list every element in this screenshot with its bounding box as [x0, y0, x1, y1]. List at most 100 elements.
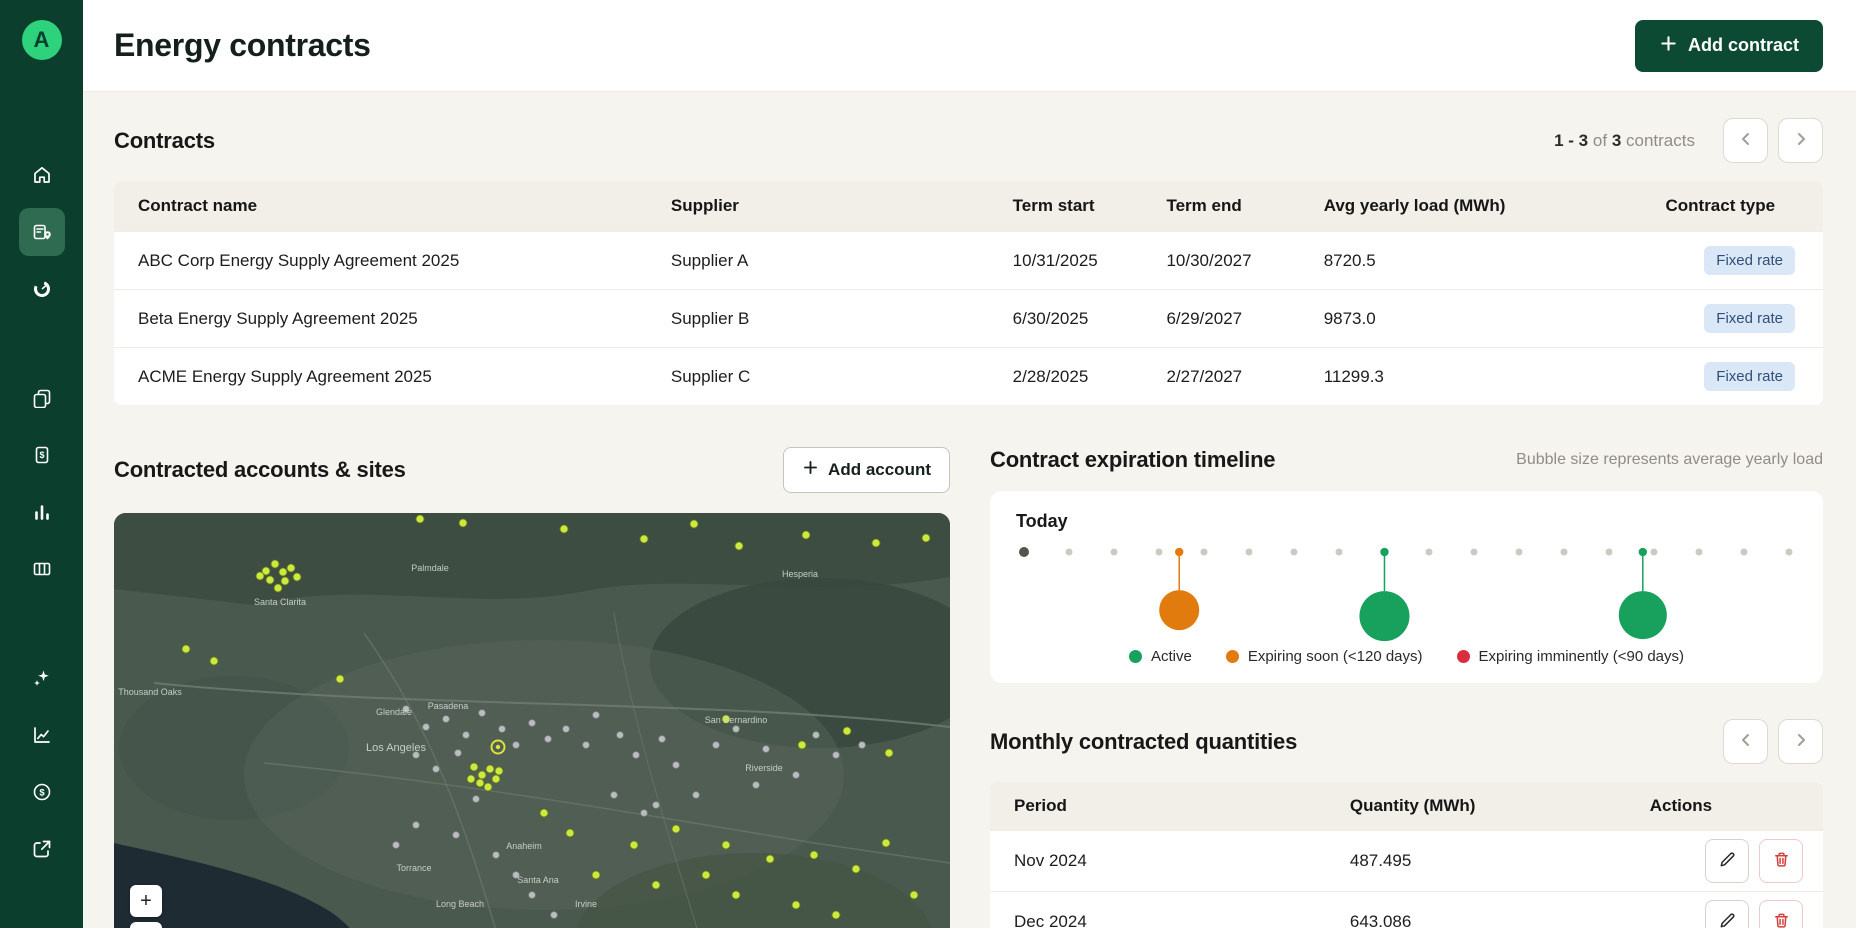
col-contract-name: Contract name — [114, 181, 661, 232]
sidebar-item-contracts[interactable] — [19, 208, 65, 256]
home-icon — [32, 165, 52, 185]
contract-row[interactable]: ACME Energy Supply Agreement 2025 Suppli… — [114, 348, 1823, 406]
next-page-button[interactable] — [1778, 118, 1823, 163]
sidebar-item-usage[interactable] — [19, 265, 65, 313]
load-cell: 11299.3 — [1314, 348, 1656, 406]
contracts-heading: Contracts — [114, 128, 215, 154]
sidebar-item-external[interactable] — [19, 825, 65, 873]
pagination-unit: contracts — [1626, 131, 1695, 150]
add-account-button[interactable]: Add account — [783, 447, 950, 493]
pagination-of: of — [1593, 131, 1607, 150]
pencil-icon — [1718, 911, 1737, 928]
col-supplier: Supplier — [661, 181, 1003, 232]
contract-row[interactable]: ABC Corp Energy Supply Agreement 2025 Su… — [114, 232, 1823, 290]
legend-label: Active — [1151, 648, 1192, 665]
content: Contracts 1 - 3 of 3 contracts — [83, 92, 1856, 928]
legend-label: Expiring imminently (<90 days) — [1479, 648, 1685, 665]
zoom-in-button[interactable]: + — [130, 885, 162, 917]
edit-button[interactable] — [1705, 900, 1749, 928]
app-logo[interactable]: A — [22, 20, 62, 60]
pagination-total: 3 — [1612, 131, 1621, 150]
col-actions: Actions — [1640, 782, 1823, 831]
svg-text:$: $ — [39, 787, 45, 798]
line-chart-icon — [32, 725, 52, 745]
sidebar-item-billing[interactable]: $ — [19, 768, 65, 816]
external-link-icon — [32, 839, 52, 859]
plus-icon — [1659, 34, 1678, 58]
svg-text:Anaheim: Anaheim — [506, 841, 542, 851]
topbar: Energy contracts Add contract — [83, 0, 1856, 92]
sparkles-icon — [32, 668, 52, 688]
quantity-cell: 487.495 — [1340, 831, 1640, 892]
dollar-circle-icon: $ — [32, 782, 52, 802]
chevron-right-icon — [1791, 129, 1811, 152]
svg-text:Long Beach: Long Beach — [436, 899, 484, 909]
load-cell: 8720.5 — [1314, 232, 1656, 290]
bar-chart-icon — [32, 502, 52, 522]
period-cell: Nov 2024 — [990, 831, 1340, 892]
map-canvas[interactable]: Thousand OaksSanta ClaritaPalmdaleHesper… — [114, 513, 950, 928]
svg-text:Torrance: Torrance — [396, 863, 431, 873]
col-period: Period — [990, 782, 1340, 831]
contract-type-badge: Fixed rate — [1704, 304, 1795, 333]
quantity-row[interactable]: Nov 2024 487.495 — [990, 831, 1823, 892]
today-label: Today — [1016, 511, 1797, 532]
accounts-section: Contracted accounts & sites Add account — [114, 447, 950, 928]
svg-text:Hesperia: Hesperia — [782, 569, 818, 579]
pencil-icon — [1718, 850, 1737, 872]
trash-icon — [1772, 850, 1791, 872]
load-cell: 9873.0 — [1314, 290, 1656, 348]
meter-pin-icon — [32, 222, 52, 242]
columns-table-icon — [32, 559, 52, 579]
term-start-cell: 2/28/2025 — [1003, 348, 1157, 406]
contract-type-badge: Fixed rate — [1704, 362, 1795, 391]
supplier-cell: Supplier B — [661, 290, 1003, 348]
sidebar-item-table[interactable] — [19, 545, 65, 593]
term-end-cell: 2/27/2027 — [1156, 348, 1313, 406]
col-contract-type: Contract type — [1655, 181, 1823, 232]
quantity-row[interactable]: Dec 2024 643.086 — [990, 892, 1823, 928]
right-column: Contract expiration timeline Bubble size… — [990, 447, 1823, 928]
prev-page-button[interactable] — [1723, 118, 1768, 163]
sidebar-item-documents[interactable] — [19, 374, 65, 422]
sidebar: A — [0, 0, 83, 928]
sidebar-item-bar-chart[interactable] — [19, 488, 65, 536]
add-contract-button[interactable]: Add contract — [1635, 20, 1823, 72]
svg-text:Riverside: Riverside — [745, 763, 783, 773]
quantities-next-button[interactable] — [1778, 719, 1823, 764]
svg-text:San Bernardino: San Bernardino — [705, 715, 768, 725]
sidebar-item-home[interactable] — [19, 151, 65, 199]
timeline-svg — [1016, 536, 1797, 646]
delete-button[interactable] — [1759, 900, 1803, 928]
contracts-header-row: Contract name Supplier Term start Term e… — [114, 181, 1823, 232]
add-contract-label: Add contract — [1688, 35, 1799, 56]
svg-text:Thousand Oaks: Thousand Oaks — [118, 687, 182, 697]
sidebar-item-trends[interactable] — [19, 711, 65, 759]
svg-text:Los Angeles: Los Angeles — [366, 742, 426, 754]
pagination-range: 1 - 3 — [1554, 131, 1588, 150]
edit-button[interactable] — [1705, 839, 1749, 883]
term-end-cell: 10/30/2027 — [1156, 232, 1313, 290]
quantities-header-row: Period Quantity (MWh) Actions — [990, 782, 1823, 831]
delete-button[interactable] — [1759, 839, 1803, 883]
contracts-table: Contract name Supplier Term start Term e… — [114, 181, 1823, 405]
supplier-cell: Supplier C — [661, 348, 1003, 406]
legend-item: Expiring soon (<120 days) — [1226, 648, 1423, 665]
svg-text:Santa Clarita: Santa Clarita — [254, 597, 306, 607]
accounts-map[interactable]: Thousand OaksSanta ClaritaPalmdaleHesper… — [114, 513, 950, 928]
chevron-left-icon — [1736, 129, 1756, 152]
contract-row[interactable]: Beta Energy Supply Agreement 2025 Suppli… — [114, 290, 1823, 348]
col-avg-load: Avg yearly load (MWh) — [1314, 181, 1656, 232]
sidebar-nav: $ — [19, 151, 65, 873]
quantities-prev-button[interactable] — [1723, 719, 1768, 764]
sidebar-item-ai[interactable] — [19, 654, 65, 702]
zoom-out-button[interactable]: − — [130, 922, 162, 928]
timeline-subtitle: Bubble size represents average yearly lo… — [1516, 451, 1823, 469]
col-term-start: Term start — [1003, 181, 1157, 232]
timeline-heading: Contract expiration timeline — [990, 447, 1275, 473]
sidebar-item-invoices[interactable]: $ — [19, 431, 65, 479]
pie-chart-icon — [32, 279, 52, 299]
svg-text:Santa Ana: Santa Ana — [517, 875, 559, 885]
term-start-cell: 6/30/2025 — [1003, 290, 1157, 348]
quantities-table: Period Quantity (MWh) Actions Nov 2024 4… — [990, 782, 1823, 928]
